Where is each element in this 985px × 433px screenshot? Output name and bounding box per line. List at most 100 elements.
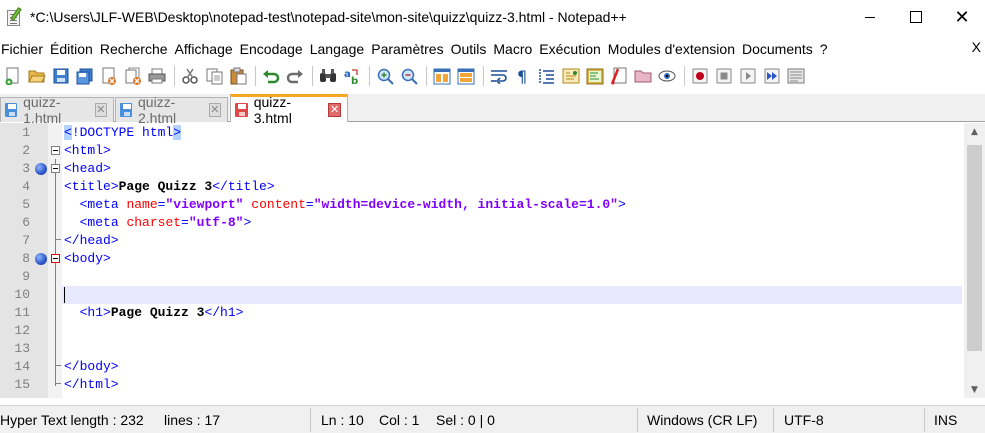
toolbar-separator xyxy=(369,66,370,86)
toolbar-separator xyxy=(255,66,256,86)
find-icon[interactable] xyxy=(317,65,339,87)
toolbar-separator xyxy=(312,66,313,86)
code-line: 8 <body> xyxy=(0,250,962,268)
tab-close-icon[interactable]: ✕ xyxy=(328,102,341,117)
tab-close-icon[interactable]: ✕ xyxy=(94,103,107,117)
window-title: *C:\Users\JLF-WEB\Desktop\notepad-test\n… xyxy=(30,9,627,25)
code-line-current: 10 xyxy=(0,286,962,304)
svg-text:¶: ¶ xyxy=(517,68,527,84)
menu-affichage[interactable]: Affichage xyxy=(175,41,240,57)
cut-icon[interactable] xyxy=(179,65,201,87)
sync-vertical-icon[interactable] xyxy=(431,65,453,87)
print-icon[interactable] xyxy=(146,65,168,87)
paste-icon[interactable] xyxy=(227,65,249,87)
record-macro-icon[interactable] xyxy=(689,65,711,87)
menu-outils[interactable]: Outils xyxy=(451,41,494,57)
bookmark-icon[interactable] xyxy=(35,163,47,175)
line-number: 6 xyxy=(22,215,30,230)
minimize-button[interactable] xyxy=(847,0,893,34)
line-number: 8 xyxy=(22,251,30,266)
replace-icon[interactable]: ab xyxy=(341,65,363,87)
status-insert-mode[interactable]: INS xyxy=(934,412,957,428)
bookmark-icon[interactable] xyxy=(35,253,47,265)
tab-close-icon[interactable]: ✕ xyxy=(208,103,221,117)
scroll-thumb[interactable] xyxy=(967,145,982,351)
doc-switcher-icon[interactable] xyxy=(608,65,630,87)
line-text: </head> xyxy=(64,233,119,248)
close-all-icon[interactable] xyxy=(122,65,144,87)
menu-parametres[interactable]: Paramètres xyxy=(371,41,450,57)
word-wrap-icon[interactable] xyxy=(488,65,510,87)
maximize-button[interactable] xyxy=(893,0,939,34)
copy-icon[interactable] xyxy=(203,65,225,87)
toolbar-separator xyxy=(684,66,685,86)
open-file-icon[interactable] xyxy=(26,65,48,87)
status-lines: lines : 17 xyxy=(164,412,221,428)
new-file-icon[interactable] xyxy=(2,65,24,87)
tab-label: quizz-1.html xyxy=(23,94,62,126)
monitoring-icon[interactable] xyxy=(656,65,678,87)
menu-macro[interactable]: Macro xyxy=(493,41,539,57)
sync-horizontal-icon[interactable] xyxy=(455,65,477,87)
close-icon[interactable] xyxy=(98,65,120,87)
toolbar-separator xyxy=(174,66,175,86)
stop-record-icon[interactable] xyxy=(713,65,735,87)
show-all-chars-icon[interactable]: ¶ xyxy=(512,65,534,87)
code-line: 6 <meta charset="utf-8"> xyxy=(0,214,962,232)
status-column: Col : 1 xyxy=(379,412,420,428)
save-all-icon[interactable] xyxy=(74,65,96,87)
function-list-icon[interactable] xyxy=(560,65,582,87)
menu-execution[interactable]: Exécution xyxy=(539,41,607,57)
document-map-icon[interactable] xyxy=(584,65,606,87)
line-number: 11 xyxy=(14,305,30,320)
status-divider xyxy=(773,408,774,432)
code-line: 7 </head> xyxy=(0,232,962,250)
line-number: 14 xyxy=(14,359,30,374)
line-number: 4 xyxy=(22,179,30,194)
indent-guide-icon[interactable] xyxy=(536,65,558,87)
menu-encodage[interactable]: Encodage xyxy=(240,41,310,57)
close-window-button[interactable]: ✕ xyxy=(939,0,985,34)
fold-toggle-icon[interactable] xyxy=(51,164,60,173)
zoom-in-icon[interactable] xyxy=(374,65,396,87)
fold-toggle-icon[interactable] xyxy=(51,146,60,155)
menu-documents[interactable]: Documents xyxy=(742,41,820,57)
tab-quizz-2[interactable]: quizz-2.html ✕ xyxy=(115,94,228,126)
vertical-scrollbar[interactable]: ▲ ▼ xyxy=(964,123,985,398)
undo-icon[interactable] xyxy=(260,65,282,87)
tab-quizz-1[interactable]: quizz-1.html ✕ xyxy=(0,94,114,126)
close-document-button[interactable]: X xyxy=(972,39,981,55)
menu-help[interactable]: ? xyxy=(820,41,835,57)
tab-quizz-3[interactable]: quizz-3.html ✕ xyxy=(230,94,348,126)
code-line: 3 <head> xyxy=(0,160,962,178)
status-encoding[interactable]: UTF-8 xyxy=(784,412,824,428)
scroll-up-icon[interactable]: ▲ xyxy=(964,123,985,140)
menu-langage[interactable]: Langage xyxy=(310,41,372,57)
line-number: 5 xyxy=(22,197,30,212)
status-divider xyxy=(924,408,925,432)
menu-recherche[interactable]: Recherche xyxy=(100,41,175,57)
menu-edition[interactable]: Édition xyxy=(50,41,100,57)
menu-fichier[interactable]: Fichier xyxy=(0,41,50,57)
fold-toggle-icon[interactable] xyxy=(51,254,60,263)
code-line: 2 <html> xyxy=(0,142,962,160)
save-macro-icon[interactable] xyxy=(785,65,807,87)
line-text: <html> xyxy=(64,143,111,158)
folder-workspace-icon[interactable] xyxy=(632,65,654,87)
save-icon[interactable] xyxy=(50,65,72,87)
scroll-down-icon[interactable]: ▼ xyxy=(964,381,985,398)
line-number: 2 xyxy=(22,143,30,158)
code-editor[interactable]: 1 <!DOCTYPE html> 2 <html> 3 <head> 4 <t… xyxy=(0,123,985,398)
zoom-out-icon[interactable] xyxy=(398,65,420,87)
status-eol-format[interactable]: Windows (CR LF) xyxy=(647,412,757,428)
unsaved-file-icon xyxy=(235,102,248,117)
redo-icon[interactable] xyxy=(284,65,306,87)
menu-bar: Fichier Édition Recherche Affichage Enco… xyxy=(0,38,985,60)
run-multiple-macro-icon[interactable] xyxy=(761,65,783,87)
status-divider xyxy=(637,408,638,432)
svg-text:a: a xyxy=(344,69,351,80)
play-macro-icon[interactable] xyxy=(737,65,759,87)
menu-modules[interactable]: Modules d'extension xyxy=(608,41,742,57)
line-text: <title>Page Quizz 3</title> xyxy=(64,179,275,194)
code-line: 11 <h1>Page Quizz 3</h1> xyxy=(0,304,962,322)
